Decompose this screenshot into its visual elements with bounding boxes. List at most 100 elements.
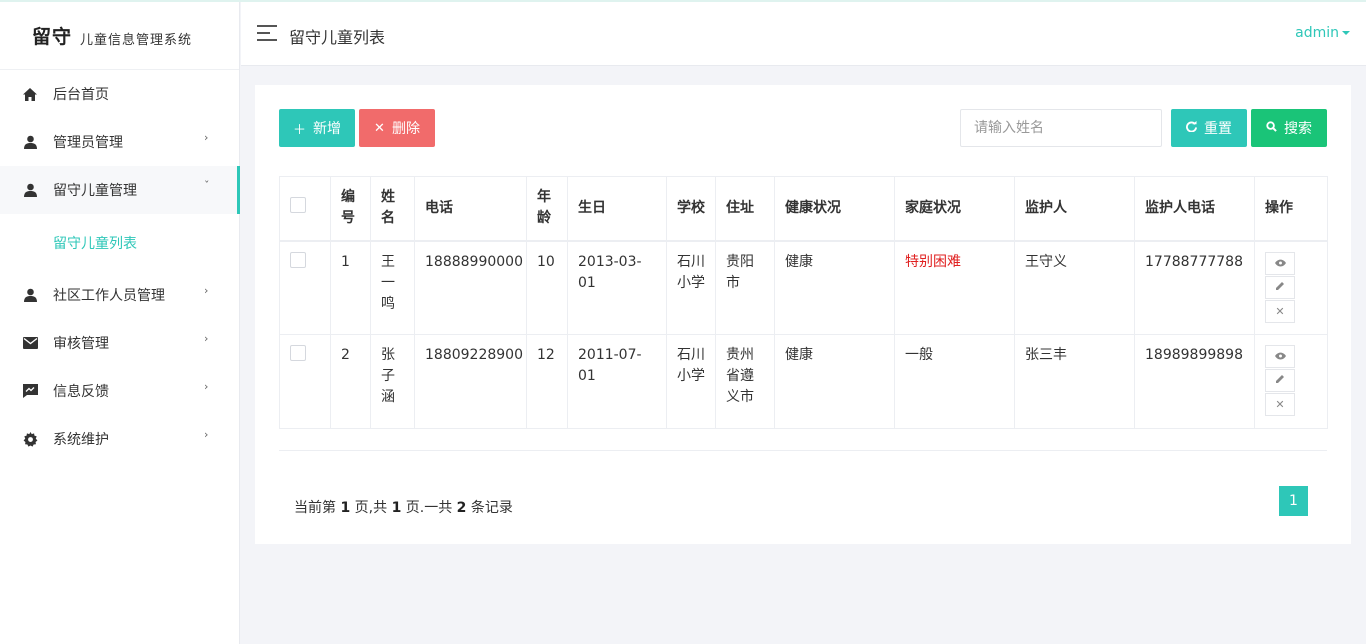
pager-info: 当前第 1 页,共 1 页.一共 2 条记录 (294, 497, 513, 517)
brand-main: 留守 (32, 26, 73, 48)
edit-button[interactable] (1265, 369, 1295, 392)
cell-id: 1 (330, 240, 371, 335)
view-button[interactable] (1265, 345, 1295, 368)
column-header: 生日 (567, 176, 667, 241)
remove-button[interactable]: ✕ (1265, 393, 1295, 416)
page-button-1[interactable]: 1 (1279, 486, 1308, 516)
column-header: 年龄 (526, 176, 568, 241)
table-row: 2 张子涵 18809228900 12 2011-07-01 石川小学 贵州省… (279, 334, 1328, 429)
cell-age: 12 (526, 334, 568, 429)
close-icon: ✕ (1275, 304, 1285, 318)
feedback-icon (22, 383, 38, 399)
user-icon (22, 182, 38, 198)
row-checkbox[interactable] (290, 345, 306, 361)
pager-mid1: 页,共 (354, 500, 388, 516)
eye-icon (1274, 253, 1286, 274)
pencil-icon (1275, 277, 1285, 298)
delete-button[interactable]: ✕ 删除 (359, 109, 435, 147)
sidebar-item-home[interactable]: 后台首页 (0, 70, 239, 118)
column-header: 住址 (715, 176, 775, 241)
cell-school: 石川小学 (666, 240, 716, 335)
search-input[interactable] (960, 109, 1162, 147)
cell-school: 石川小学 (666, 334, 716, 429)
pager-mid2: 页.一共 (405, 500, 453, 516)
user-icon (22, 134, 38, 150)
column-header: 编号 (330, 176, 371, 241)
home-icon (22, 86, 38, 102)
add-button-label: 新增 (313, 121, 341, 137)
cell-family: 一般 (894, 334, 1015, 429)
table-header-row: 编号 姓名 电话 年龄 生日 学校 住址 健康状况 家庭状况 监护人 监护人电话… (279, 176, 1328, 241)
close-icon: ✕ (1275, 398, 1285, 411)
brand: 留守 儿童信息管理系统 (0, 2, 239, 70)
mail-icon (22, 335, 38, 351)
pager-prefix: 当前第 (294, 500, 336, 516)
cell-guardian-phone: 17788777788 (1134, 240, 1255, 335)
pager-total-pages: 1 (391, 500, 402, 516)
sidebar-item-label: 信息反馈 (53, 384, 109, 400)
cell-address: 贵阳市 (715, 240, 775, 335)
cell-phone: 18809228900 (414, 334, 527, 429)
chevron-right-icon: › (204, 284, 209, 297)
plus-icon: ＋ (292, 122, 306, 138)
remove-button[interactable]: ✕ (1265, 299, 1295, 323)
pager-suffix: 条记录 (470, 500, 513, 516)
sidebar-item-label: 后台首页 (53, 87, 109, 103)
column-header: 家庭状况 (894, 176, 1015, 241)
sidebar-item-label: 留守儿童管理 (53, 183, 137, 199)
sidebar-item-feedback[interactable]: 信息反馈 › (0, 367, 239, 415)
cell-actions: ✕ (1254, 240, 1328, 335)
divider (279, 450, 1327, 451)
add-button[interactable]: ＋ 新增 (279, 109, 355, 147)
search-button[interactable]: 搜索 (1251, 109, 1327, 147)
column-header: 监护人 (1014, 176, 1135, 241)
select-all-checkbox[interactable] (290, 196, 306, 213)
sidebar-item-label: 管理员管理 (53, 135, 123, 151)
table-row: 1 王一鸣 18888990000 10 2013-03-01 石川小学 贵阳市… (279, 240, 1328, 335)
cell-name: 张子涵 (370, 334, 415, 429)
row-select-cell (279, 334, 331, 429)
chevron-right-icon: › (204, 380, 209, 393)
menu-toggle-icon[interactable] (257, 25, 277, 41)
edit-button[interactable] (1265, 275, 1295, 299)
delete-button-label: 删除 (391, 121, 420, 137)
user-icon (22, 287, 38, 303)
cell-guardian: 张三丰 (1014, 334, 1135, 429)
sidebar: 留守 儿童信息管理系统 后台首页 管理员管理 › 留守儿童管理 ˇ 留守儿童列表 (0, 2, 240, 644)
search-icon (1266, 120, 1277, 136)
refresh-icon (1186, 120, 1197, 136)
chevron-right-icon: › (204, 428, 209, 441)
search-button-label: 搜索 (1284, 121, 1312, 137)
sidebar-item-admin[interactable]: 管理员管理 › (0, 118, 239, 166)
reset-button-label: 重置 (1204, 121, 1232, 137)
eye-icon (1274, 346, 1286, 367)
column-header: 电话 (414, 176, 527, 241)
column-header: 姓名 (370, 176, 415, 241)
pencil-icon (1275, 370, 1285, 391)
chevron-down-icon: ˇ (204, 179, 210, 192)
sidebar-item-review[interactable]: 审核管理 › (0, 319, 239, 367)
user-menu[interactable]: admin (1295, 25, 1350, 41)
chevron-right-icon: › (204, 131, 209, 144)
sidebar-item-children[interactable]: 留守儿童管理 ˇ (0, 166, 240, 214)
cell-address: 贵州省遵义市 (715, 334, 775, 429)
column-header: 健康状况 (774, 176, 895, 241)
gear-icon (22, 431, 38, 447)
reset-button[interactable]: 重置 (1171, 109, 1247, 147)
cell-id: 2 (330, 334, 371, 429)
sidebar-subitem-children-list[interactable]: 留守儿童列表 (0, 214, 239, 271)
view-button[interactable] (1265, 251, 1295, 275)
sidebar-item-label: 审核管理 (53, 336, 109, 352)
sidebar-menu: 后台首页 管理员管理 › 留守儿童管理 ˇ 留守儿童列表 社区工作人员管理 › (0, 70, 240, 463)
cell-phone: 18888990000 (414, 240, 527, 335)
row-checkbox[interactable] (290, 251, 306, 268)
sidebar-item-staff[interactable]: 社区工作人员管理 › (0, 271, 239, 319)
sidebar-item-system[interactable]: 系统维护 › (0, 415, 239, 463)
sidebar-item-label: 系统维护 (53, 432, 109, 448)
column-header: 监护人电话 (1134, 176, 1255, 241)
content-panel: ＋ 新增 ✕ 删除 重置 搜索 编号 姓名 电话 (255, 85, 1351, 544)
cell-health: 健康 (774, 240, 895, 335)
cell-age: 10 (526, 240, 568, 335)
cell-birthday: 2011-07-01 (567, 334, 667, 429)
column-header: 操作 (1254, 176, 1328, 241)
